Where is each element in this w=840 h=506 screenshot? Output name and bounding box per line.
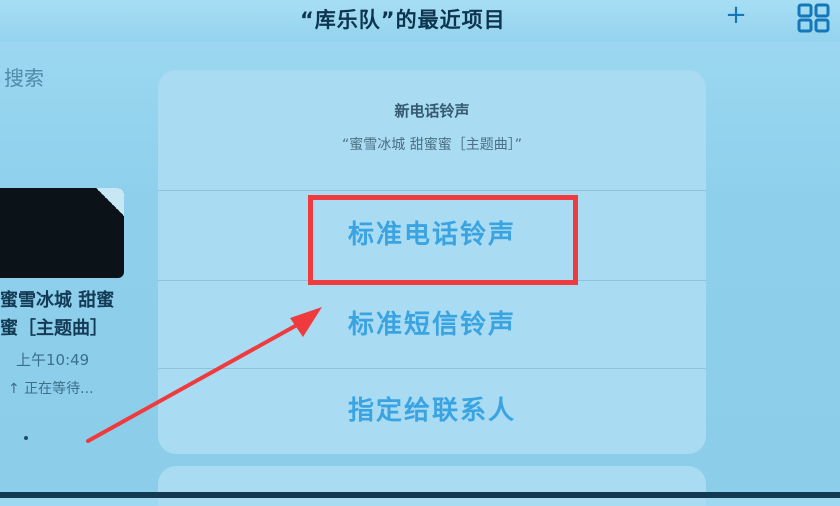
annotation-arrow-icon xyxy=(86,307,322,443)
bottom-edge xyxy=(0,492,840,498)
